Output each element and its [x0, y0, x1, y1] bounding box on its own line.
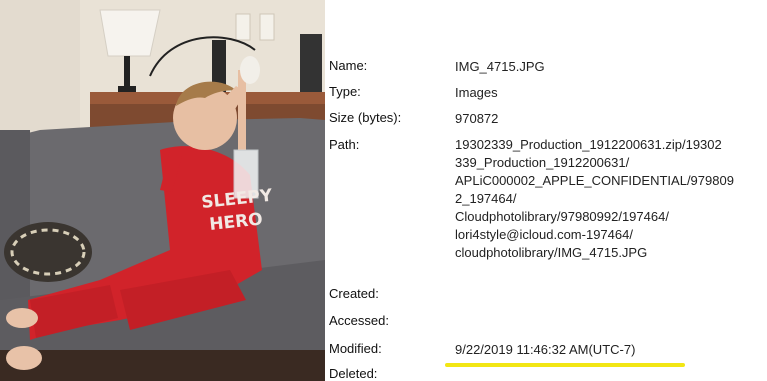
path-line: 339_Production_1912200631/	[455, 155, 630, 170]
path-line: 2_197464/	[455, 191, 517, 206]
property-value-size: 970872	[455, 111, 499, 126]
path-line: cloudphotolibrary/IMG_4715.JPG	[455, 245, 648, 260]
property-label-modified: Modified:	[329, 341, 382, 356]
property-label-deleted: Deleted:	[329, 366, 378, 381]
properties-panel: Name: IMG_4715.JPG Type: Images Size (by…	[325, 0, 767, 381]
property-label-name: Name:	[329, 58, 368, 73]
property-label-created: Created:	[329, 286, 379, 301]
highlight-underline	[445, 363, 685, 367]
property-value-modified: 9/22/2019 11:46:32 AM(UTC-7)	[455, 342, 636, 357]
path-line: Cloudphotolibrary/97980992/197464/	[455, 209, 669, 224]
photo-illustration: SLEEPY HERO	[0, 0, 325, 381]
path-line: APLiC000002_APPLE_CONFIDENTIAL/979809	[455, 173, 734, 188]
property-value-name: IMG_4715.JPG	[455, 59, 545, 74]
path-line: 19302339_Production_1912200631.zip/19302	[455, 137, 722, 152]
photo: SLEEPY HERO	[0, 0, 325, 381]
property-label-path: Path:	[329, 137, 360, 152]
property-value-type: Images	[455, 85, 498, 100]
property-value-path: 19302339_Production_1912200631.zip/19302…	[455, 136, 734, 262]
property-label-size: Size (bytes):	[329, 110, 402, 125]
path-line: lori4style@icloud.com-197464/	[455, 227, 633, 242]
property-label-type: Type:	[329, 84, 361, 99]
property-label-accessed: Accessed:	[329, 313, 389, 328]
